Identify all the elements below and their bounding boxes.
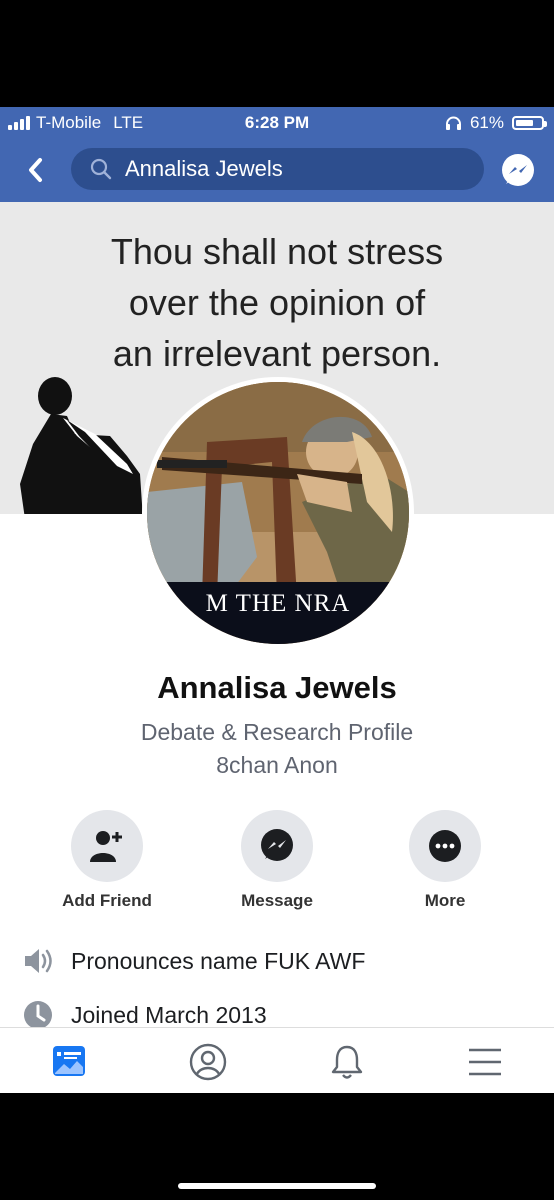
message-label: Message bbox=[241, 891, 313, 910]
quote-line: an irrelevant person. bbox=[112, 333, 442, 374]
profile-icon[interactable] bbox=[188, 1042, 228, 1082]
news-feed-icon[interactable] bbox=[49, 1042, 89, 1082]
status-bar: T-Mobile LTE 6:28 PM 61% bbox=[0, 107, 554, 139]
pronunciation-text: Pronounces name FUK AWF bbox=[71, 947, 366, 974]
add-friend-label: Add Friend bbox=[62, 891, 152, 910]
home-indicator[interactable] bbox=[178, 1183, 376, 1189]
add-friend-button[interactable]: Add Friend bbox=[47, 810, 167, 911]
pronunciation-row: Pronounces name FUK AWF bbox=[0, 941, 554, 981]
top-bezel bbox=[0, 0, 554, 107]
battery-icon bbox=[512, 116, 547, 130]
joined-text: Joined March 2013 bbox=[71, 1001, 267, 1028]
search-icon bbox=[90, 158, 112, 180]
more-dots-icon bbox=[429, 830, 461, 862]
profile-name: Annalisa Jewels bbox=[157, 670, 397, 705]
quote-line: over the opinion of bbox=[128, 282, 426, 323]
profile-picture[interactable]: M THE NRA bbox=[142, 377, 414, 649]
more-label: More bbox=[424, 891, 466, 910]
profile-photo: M THE NRA bbox=[147, 382, 409, 644]
message-button[interactable]: Message bbox=[217, 810, 337, 911]
quote-line: Thou shall not stress bbox=[110, 231, 444, 272]
bottom-tab-bar bbox=[0, 1027, 554, 1093]
back-chevron-icon[interactable] bbox=[24, 155, 46, 185]
clock-icon bbox=[24, 1001, 52, 1029]
search-query: Annalisa Jewels bbox=[125, 156, 283, 181]
nra-banner: M THE NRA bbox=[147, 582, 409, 644]
messenger-icon bbox=[261, 829, 293, 861]
speaker-icon bbox=[25, 949, 52, 973]
bio-line: 8chan Anon bbox=[216, 752, 338, 778]
bio-line: Debate & Research Profile bbox=[140, 719, 414, 745]
add-friend-icon bbox=[90, 831, 122, 862]
messenger-icon[interactable] bbox=[500, 153, 536, 189]
headphones-icon bbox=[445, 116, 461, 130]
profile-actions: Add Friend Message More bbox=[0, 810, 554, 915]
battery-percent: 61% bbox=[469, 113, 504, 132]
notifications-icon[interactable] bbox=[327, 1042, 367, 1082]
top-navigation-bar: Annalisa Jewels bbox=[0, 139, 554, 202]
more-button[interactable]: More bbox=[385, 810, 505, 911]
cover-quote: Thou shall not stress over the opinion o… bbox=[0, 226, 554, 379]
search-input[interactable]: Annalisa Jewels bbox=[71, 148, 484, 190]
menu-icon[interactable] bbox=[465, 1042, 505, 1082]
profile-bio: Debate & Research Profile 8chan Anon bbox=[0, 716, 554, 782]
